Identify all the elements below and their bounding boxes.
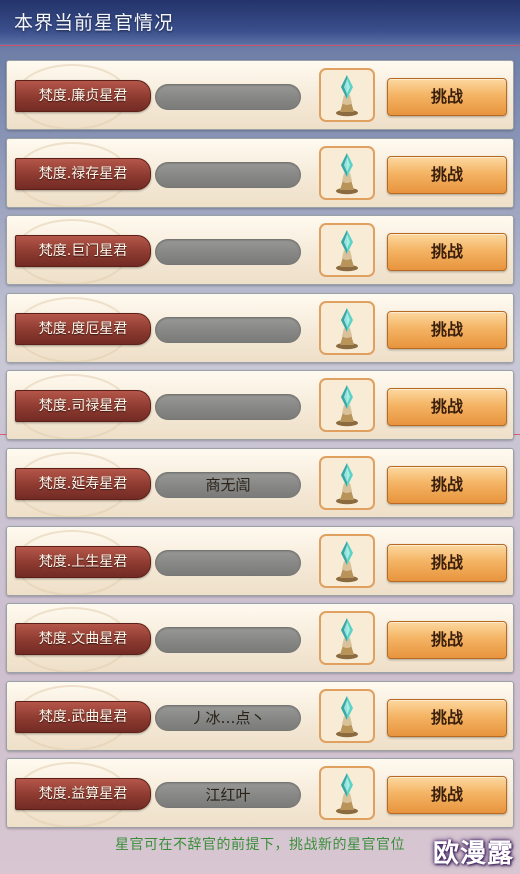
challenge-button[interactable]: 挑战 bbox=[387, 388, 507, 427]
official-title-banner: 梵度.廉贞星君 bbox=[15, 80, 151, 112]
crystal-statue-icon bbox=[319, 223, 375, 278]
crystal-statue-icon bbox=[319, 766, 375, 821]
holder-name-bar: 商无訚 bbox=[155, 471, 301, 498]
watermark-logo: 欧漫露 bbox=[432, 839, 514, 869]
official-title-banner: 梵度.禄存星君 bbox=[15, 157, 151, 190]
holder-name-bar: 丿冰…点丶 bbox=[155, 704, 301, 731]
official-title-banner: 梵度.益算星君 bbox=[15, 778, 151, 811]
holder-name-bar bbox=[155, 239, 301, 266]
challenge-button[interactable]: 挑战 bbox=[387, 310, 507, 349]
crystal-statue-icon bbox=[319, 611, 375, 666]
official-title-banner: 梵度.延寿星君 bbox=[15, 467, 151, 500]
official-title-banner: 梵度.武曲星君 bbox=[15, 700, 151, 733]
star-official-row: 梵度.巨门星君 挑战 bbox=[6, 215, 514, 286]
challenge-button[interactable]: 挑战 bbox=[387, 698, 507, 737]
challenge-button[interactable]: 挑战 bbox=[387, 465, 507, 504]
crystal-statue-icon bbox=[319, 300, 375, 355]
challenge-button[interactable]: 挑战 bbox=[387, 543, 507, 582]
holder-name-bar: 江红叶 bbox=[155, 782, 301, 809]
holder-name-bar bbox=[155, 549, 301, 576]
top-divider bbox=[0, 45, 520, 46]
star-official-row: 梵度.文曲星君 挑战 bbox=[6, 603, 514, 674]
star-official-row: 梵度.延寿星君 商无訚 挑战 bbox=[6, 447, 514, 518]
crystal-statue-icon bbox=[319, 378, 375, 433]
official-title-banner: 梵度.文曲星君 bbox=[15, 623, 151, 656]
official-title-banner: 梵度.巨门星君 bbox=[15, 235, 151, 268]
holder-name-bar bbox=[155, 316, 301, 343]
star-official-list: 梵度.廉贞星君 挑战 梵度.禄存星君 挑战 梵度.巨门星君 挑战 梵度.度厄星君… bbox=[6, 60, 514, 836]
holder-name-bar bbox=[155, 161, 301, 188]
star-official-row: 梵度.上生星君 挑战 bbox=[6, 525, 514, 596]
official-title-banner: 梵度.度厄星君 bbox=[15, 312, 151, 345]
star-official-row: 梵度.武曲星君 丿冰…点丶 挑战 bbox=[6, 680, 514, 751]
page-title: 本界当前星官情况 bbox=[14, 12, 175, 34]
crystal-statue-icon bbox=[319, 145, 375, 200]
crystal-statue-icon bbox=[319, 68, 375, 122]
holder-name-bar bbox=[155, 627, 301, 654]
holder-name-bar bbox=[155, 84, 301, 110]
challenge-button[interactable]: 挑战 bbox=[387, 621, 507, 660]
official-title-banner: 梵度.司禄星君 bbox=[15, 390, 151, 423]
crystal-statue-icon bbox=[319, 533, 375, 588]
challenge-button[interactable]: 挑战 bbox=[387, 776, 507, 815]
official-title-banner: 梵度.上生星君 bbox=[15, 545, 151, 578]
star-official-row: 梵度.司禄星君 挑战 bbox=[6, 370, 514, 441]
challenge-button[interactable]: 挑战 bbox=[387, 78, 507, 116]
star-official-row: 梵度.廉贞星君 挑战 bbox=[6, 60, 514, 130]
crystal-statue-icon bbox=[319, 688, 375, 743]
challenge-button[interactable]: 挑战 bbox=[387, 155, 507, 194]
challenge-button[interactable]: 挑战 bbox=[387, 233, 507, 272]
crystal-statue-icon bbox=[319, 455, 375, 510]
holder-name-bar bbox=[155, 394, 301, 421]
star-official-row: 梵度.度厄星君 挑战 bbox=[6, 292, 514, 363]
star-official-row: 梵度.禄存星君 挑战 bbox=[6, 137, 514, 208]
star-official-row: 梵度.益算星君 江红叶 挑战 bbox=[6, 758, 514, 829]
